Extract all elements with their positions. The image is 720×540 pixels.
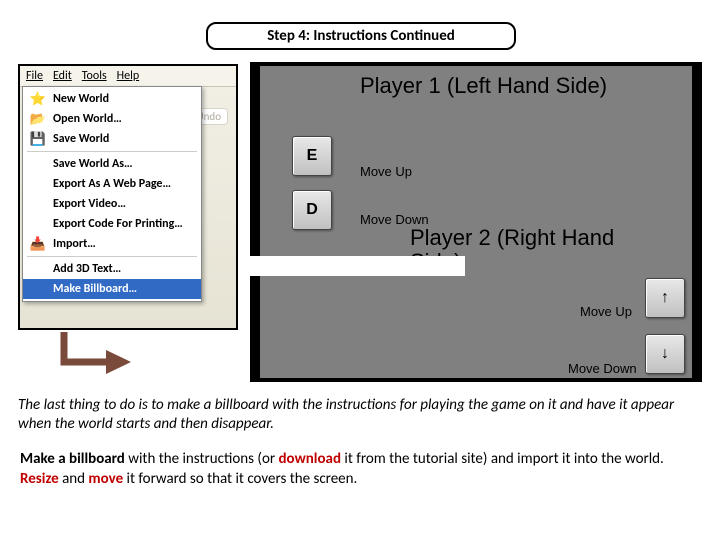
separator xyxy=(27,256,197,257)
text: with the instructions (or xyxy=(125,450,279,468)
menu-save-world-as[interactable]: Save World As… xyxy=(23,154,201,174)
text: and xyxy=(59,470,89,488)
billboard-preview: Player 1 (Left Hand Side) E Move Up D Mo… xyxy=(250,62,702,382)
menu-label: Save World As… xyxy=(53,157,133,171)
menu-label: Export Code For Printing… xyxy=(53,217,183,231)
separator xyxy=(27,151,197,152)
player1-heading: Player 1 (Left Hand Side) xyxy=(360,74,620,98)
callout-arrow-icon xyxy=(56,332,136,387)
folder-open-icon: 📂 xyxy=(29,111,47,127)
blank-icon xyxy=(29,196,47,212)
file-dropdown: ⭐ New World 📂 Open World… 💾 Save World S… xyxy=(22,86,202,302)
star-icon: ⭐ xyxy=(29,91,47,107)
resize-keyword: Resize xyxy=(20,470,59,488)
key-e-icon: E xyxy=(292,136,332,176)
instruction-paragraph-2: Make a billboard with the instructions (… xyxy=(20,450,700,489)
menu-export-video[interactable]: Export Video… xyxy=(23,194,201,214)
move-keyword: move xyxy=(88,470,123,488)
menu-label: Open World… xyxy=(53,112,122,126)
menu-help[interactable]: Help xyxy=(117,69,140,83)
blank-icon xyxy=(29,176,47,192)
menu-save-world[interactable]: 💾 Save World xyxy=(23,129,201,149)
bold-text: Make a billboard xyxy=(20,450,125,468)
menu-tools[interactable]: Tools xyxy=(82,69,107,83)
menu-file[interactable]: File xyxy=(26,69,43,83)
move-up-label: Move Up xyxy=(360,164,412,179)
menu-label: Save World xyxy=(53,132,109,146)
menu-label: Export As A Web Page… xyxy=(53,177,171,191)
import-icon: 📥 xyxy=(29,236,47,252)
instruction-paragraph-1: The last thing to do is to make a billbo… xyxy=(18,396,698,434)
menu-label: Add 3D Text… xyxy=(53,262,121,276)
key-down-arrow-icon: ↓ xyxy=(645,334,685,374)
menu-open-world[interactable]: 📂 Open World… xyxy=(23,109,201,129)
text: it forward so that it covers the screen. xyxy=(123,470,357,488)
menu-export-print[interactable]: Export Code For Printing… xyxy=(23,214,201,234)
menu-make-billboard[interactable]: Make Billboard… xyxy=(23,279,201,299)
step-title: Step 4: Instructions Continued xyxy=(206,22,516,50)
blank-icon xyxy=(29,281,47,297)
move-up-label-2: Move Up xyxy=(580,304,632,319)
save-icon: 💾 xyxy=(29,131,47,147)
blank-icon xyxy=(29,156,47,172)
billboard-content: Player 1 (Left Hand Side) E Move Up D Mo… xyxy=(260,66,692,378)
menu-new-world[interactable]: ⭐ New World xyxy=(23,89,201,109)
menu-label: Make Billboard… xyxy=(53,282,137,296)
menu-add-3d-text[interactable]: Add 3D Text… xyxy=(23,259,201,279)
screenshot-area: File Edit Tools Help Undo ⭐ New World 📂 … xyxy=(18,62,702,384)
menu-export-web[interactable]: Export As A Web Page… xyxy=(23,174,201,194)
text: it from the tutorial site) and import it… xyxy=(341,450,664,468)
menu-edit[interactable]: Edit xyxy=(53,69,72,83)
menu-label: Import… xyxy=(53,237,96,251)
move-down-label-2: Move Down xyxy=(568,361,637,376)
download-keyword: download xyxy=(278,450,341,468)
menubar: File Edit Tools Help xyxy=(20,66,236,87)
player2-heading: Player 2 (Right Hand Side) xyxy=(410,226,670,274)
blank-icon xyxy=(29,216,47,232)
alice-file-menu-screenshot: File Edit Tools Help Undo ⭐ New World 📂 … xyxy=(18,64,238,330)
blank-icon xyxy=(29,261,47,277)
key-d-icon: D xyxy=(292,190,332,230)
key-up-arrow-icon: ↑ xyxy=(645,278,685,318)
menu-label: Export Video… xyxy=(53,197,126,211)
menu-label: New World xyxy=(53,92,109,106)
menu-import[interactable]: 📥 Import… xyxy=(23,234,201,254)
